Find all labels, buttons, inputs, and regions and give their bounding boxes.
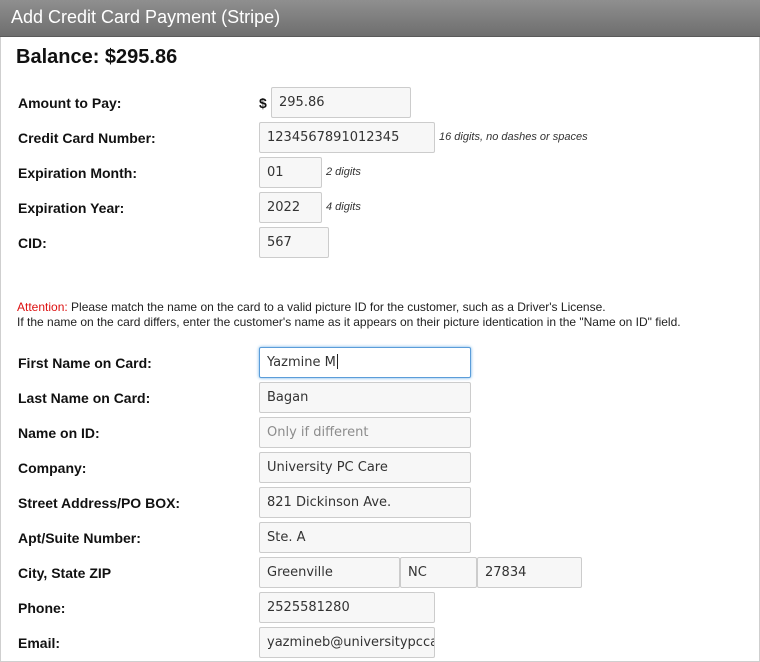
exp-month-hint: 2 digits xyxy=(326,166,361,178)
street-label: Street Address/PO BOX: xyxy=(18,495,181,511)
phone-input[interactable]: 2525581280 xyxy=(259,592,435,623)
card-number-label: Credit Card Number: xyxy=(18,130,156,146)
apt-label: Apt/Suite Number: xyxy=(18,530,141,546)
exp-year-hint: 4 digits xyxy=(326,201,361,213)
city-state-zip-label: City, State ZIP xyxy=(18,565,112,581)
street-input[interactable]: 821 Dickinson Ave. xyxy=(259,487,471,518)
phone-label: Phone: xyxy=(18,600,66,616)
company-input[interactable]: University PC Care xyxy=(259,452,471,483)
email-input[interactable]: yazmineb@universitypccar xyxy=(259,627,435,658)
dialog-title: Add Credit Card Payment (Stripe) xyxy=(11,7,281,27)
company-label: Company: xyxy=(18,460,87,476)
attention-prefix: Attention: xyxy=(17,300,68,314)
balance-heading: Balance: $295.86 xyxy=(16,46,178,68)
first-name-label: First Name on Card: xyxy=(18,355,152,371)
exp-month-label: Expiration Month: xyxy=(18,165,137,181)
name-on-id-input[interactable]: Only if different xyxy=(259,417,471,448)
attention-note: Attention: Please match the name on the … xyxy=(17,300,752,330)
exp-year-label: Expiration Year: xyxy=(18,200,125,216)
exp-year-input[interactable]: 2022 xyxy=(259,192,322,223)
cid-input[interactable]: 567 xyxy=(259,227,329,258)
email-label: Email: xyxy=(18,635,61,651)
last-name-label: Last Name on Card: xyxy=(18,390,151,406)
attention-line2: If the name on the card differs, enter t… xyxy=(17,315,681,329)
amount-label: Amount to Pay: xyxy=(18,95,122,111)
apt-input[interactable]: Ste. A xyxy=(259,522,471,553)
dialog-titlebar[interactable]: Add Credit Card Payment (Stripe) xyxy=(0,0,760,37)
card-number-input[interactable]: 1234567891012345 xyxy=(259,122,435,153)
cid-label: CID: xyxy=(18,235,47,251)
state-input[interactable]: NC xyxy=(400,557,477,588)
attention-line1: Please match the name on the card to a v… xyxy=(67,300,606,314)
amount-input[interactable]: 295.86 xyxy=(271,87,411,118)
zip-input[interactable]: 27834 xyxy=(477,557,582,588)
last-name-input[interactable]: Bagan xyxy=(259,382,471,413)
first-name-input[interactable]: Yazmine M xyxy=(259,347,471,378)
text-caret xyxy=(336,354,338,369)
name-on-id-label: Name on ID: xyxy=(18,425,100,441)
city-input[interactable]: Greenville xyxy=(259,557,400,588)
first-name-value: Yazmine M xyxy=(267,355,336,370)
exp-month-input[interactable]: 01 xyxy=(259,157,322,188)
currency-symbol: $ xyxy=(259,95,267,111)
card-number-hint: 16 digits, no dashes or spaces xyxy=(439,131,588,143)
